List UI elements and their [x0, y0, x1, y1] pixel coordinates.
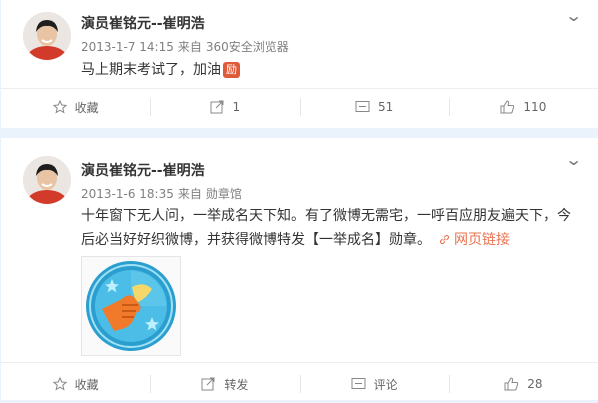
thumbs-up-icon [500, 100, 515, 114]
post-text-content: 马上期末考试了，加油 [81, 62, 221, 78]
source-prefix: 来自 [177, 187, 202, 201]
post-text: 马上期末考试了，加油励 [81, 58, 581, 82]
chevron-down-icon[interactable]: ⌄ [564, 150, 582, 169]
repost-button[interactable]: 1 [150, 88, 299, 126]
author-avatar[interactable] [23, 156, 71, 204]
post-date[interactable]: 2013-1-7 14:15 [81, 40, 174, 54]
star-icon [52, 100, 67, 114]
medal-image[interactable] [81, 256, 181, 356]
post-meta: 2013-1-6 18:35 来自 勋章馆 [81, 185, 246, 202]
repost-button[interactable]: 转发 [150, 365, 299, 403]
post-source[interactable]: 勋章馆 [206, 187, 242, 201]
web-link-label: 网页链接 [454, 232, 510, 248]
author-name[interactable]: 演员崔铭元--崔明浩 [81, 13, 205, 33]
favorite-label: 收藏 [74, 100, 99, 115]
post-text: 十年窗下无人问，一举成名天下知。有了微博无需宅，一呼百应朋友遍天下，今 后必当好… [81, 204, 581, 252]
action-bar: 收藏 1 51 110 [1, 88, 598, 126]
repost-label: 转发 [224, 377, 249, 392]
post-text-line-2: 后必当好好织微博，并获得微博特发【一举成名】勋章。 [81, 232, 431, 248]
repost-count: 1 [232, 100, 241, 114]
favorite-label: 收藏 [74, 377, 99, 392]
post-source[interactable]: 360安全浏览器 [206, 40, 289, 54]
web-link[interactable]: 网页链接 [439, 232, 510, 248]
author-name[interactable]: 演员崔铭元--崔明浩 [81, 160, 205, 180]
comment-icon [355, 101, 370, 112]
comment-button[interactable]: 51 [299, 88, 449, 126]
encourage-emoji-icon: 励 [223, 62, 240, 78]
repost-icon [201, 377, 215, 391]
like-count: 110 [523, 100, 547, 114]
comment-label: 评论 [373, 377, 398, 392]
repost-icon [210, 100, 224, 114]
favorite-button[interactable]: 收藏 [1, 88, 150, 126]
comment-icon [351, 378, 366, 389]
author-avatar[interactable] [23, 12, 71, 60]
thumbs-up-icon [504, 377, 519, 391]
like-button[interactable]: 110 [448, 88, 598, 126]
post-text-line-2-wrap: 后必当好好织微博，并获得微博特发【一举成名】勋章。 网页链接 [81, 228, 581, 252]
post-meta: 2013-1-7 14:15 来自 360安全浏览器 [81, 38, 293, 55]
link-icon [439, 234, 450, 245]
comment-count: 51 [377, 100, 394, 114]
post-date[interactable]: 2013-1-6 18:35 [81, 187, 174, 201]
like-button[interactable]: 28 [448, 365, 598, 403]
action-bar: 收藏 转发 评论 28 [1, 365, 598, 403]
like-count: 28 [527, 377, 543, 391]
divider [1, 362, 598, 363]
medal-graphic [86, 261, 176, 351]
comment-button[interactable]: 评论 [299, 365, 449, 403]
favorite-button[interactable]: 收藏 [1, 365, 150, 403]
chevron-down-icon[interactable]: ⌄ [564, 6, 582, 25]
weibo-post-2: 演员崔铭元--崔明浩 2013-1-6 18:35 来自 勋章馆 十年窗下无人问，一… [1, 138, 598, 400]
star-icon [52, 377, 67, 391]
source-prefix: 来自 [177, 40, 202, 54]
post-text-line-1: 十年窗下无人问，一举成名天下知。有了微博无需宅，一呼百应朋友遍天下，今 [81, 208, 571, 224]
weibo-post-1: 演员崔铭元--崔明浩 2013-1-7 14:15 来自 360安全浏览器 马上期末… [1, 0, 598, 128]
